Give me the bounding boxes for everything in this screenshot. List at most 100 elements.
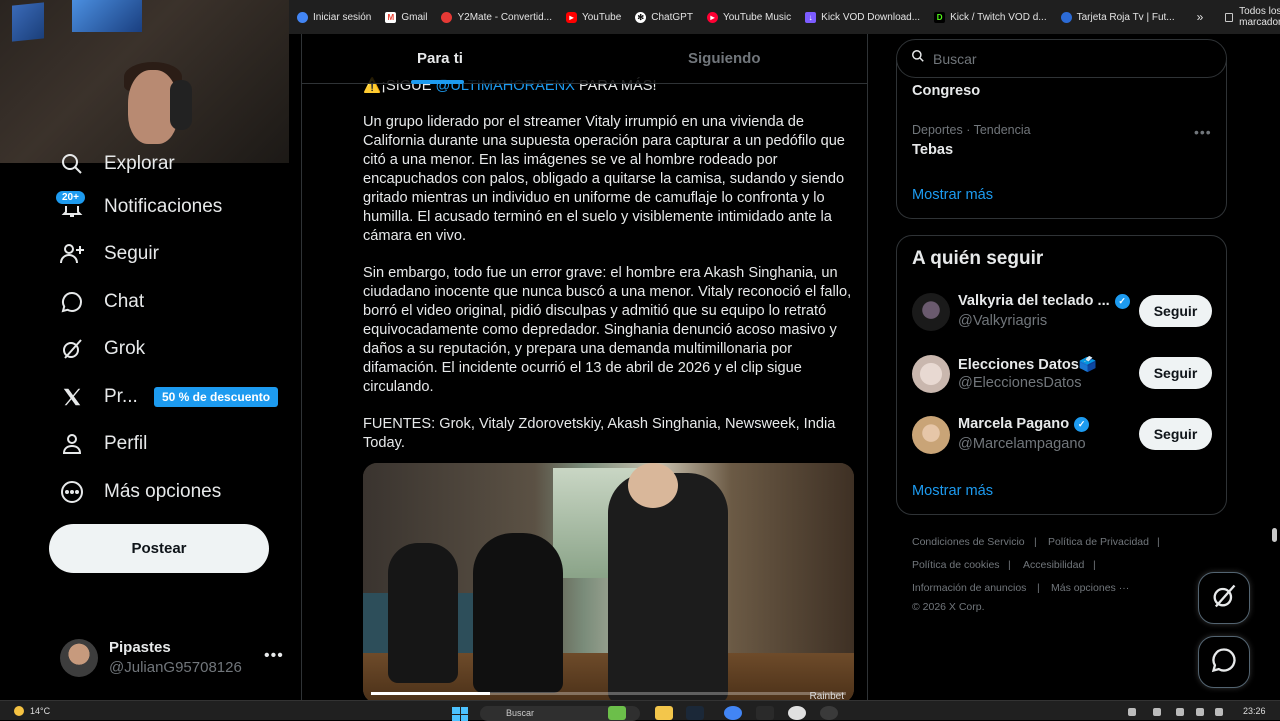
background-monitor [12, 2, 44, 42]
tray-chevron-icon[interactable] [1128, 708, 1136, 716]
footer-ads-link[interactable]: Información de anuncios [912, 582, 1026, 594]
account-name[interactable]: Pipastes [109, 639, 171, 656]
follow-button[interactable]: Seguir [1139, 357, 1212, 389]
steam-icon[interactable] [686, 706, 704, 720]
video-progress-bar[interactable] [371, 692, 846, 695]
trend-name[interactable]: Tebas [912, 142, 953, 158]
suggested-account-handle: @EleccionesDatos [958, 375, 1082, 391]
footer-accessibility-link[interactable]: Accesibilidad [1023, 559, 1084, 571]
network-icon[interactable] [1176, 708, 1184, 716]
chrome-icon[interactable] [724, 706, 742, 720]
google-account-icon [297, 11, 308, 23]
nav-grok[interactable]: Grok [58, 335, 145, 363]
bookmark-item[interactable]: Y2Mate - Convertid... [441, 11, 552, 23]
avatar[interactable] [60, 639, 98, 677]
kick-vod-icon: ↓ [805, 11, 817, 23]
tab-for-you[interactable]: Para ti [417, 50, 463, 67]
nav-explore[interactable]: Explorar [58, 150, 175, 178]
bookmark-item[interactable]: ▸ YouTube [565, 11, 621, 23]
xbox-icon[interactable] [788, 706, 806, 720]
youtube-music-icon: ▸ [706, 11, 718, 23]
volume-icon[interactable] [1196, 708, 1204, 716]
suggested-account-handle: @Valkyriagris [958, 313, 1048, 329]
bookmark-item[interactable]: Iniciar sesión [297, 11, 371, 23]
bookmark-item[interactable]: D Kick / Twitch VOD d... [934, 11, 1047, 23]
scrollbar-thumb[interactable] [1272, 528, 1277, 542]
account-more-button[interactable]: ••• [264, 647, 284, 665]
avatar[interactable] [912, 355, 950, 393]
trend-meta: Deportes · Tendencia [912, 123, 1031, 137]
follow-show-more-link[interactable]: Mostrar más [912, 483, 993, 499]
footer-separator: | [1008, 559, 1011, 571]
windows-taskbar: 14°C Buscar 23:26 [0, 700, 1280, 721]
obs-icon[interactable] [820, 706, 838, 720]
epic-games-icon[interactable] [756, 706, 774, 720]
bookmarks-overflow-button[interactable]: » [1197, 10, 1204, 24]
follow-button[interactable]: Seguir [1139, 418, 1212, 450]
bookmarks-bar: Iniciar sesión M Gmail Y2Mate - Convertid… [289, 0, 1280, 34]
search-icon [911, 49, 925, 68]
all-bookmarks-button[interactable]: Todos los marcadores [1225, 6, 1280, 28]
x-logo-icon [58, 383, 86, 411]
gmail-icon: M [385, 11, 397, 23]
profile-icon [58, 430, 86, 458]
video-person [473, 533, 563, 693]
weather-temperature[interactable]: 14°C [30, 706, 50, 716]
bookmark-item[interactable]: M Gmail [385, 11, 427, 23]
bookmark-item[interactable]: ▸ YouTube Music [706, 11, 791, 23]
who-to-follow-title: A quién seguir [912, 248, 1044, 269]
grok-float-button[interactable] [1198, 572, 1250, 624]
suggested-account-name[interactable]: Marcela Pagano ✓ [958, 416, 1090, 432]
footer-separator: | [1157, 536, 1160, 548]
trend-name[interactable]: Congreso [912, 83, 980, 99]
post-video[interactable]: Rainbet [363, 463, 854, 700]
page-scrollbar[interactable] [1269, 34, 1280, 700]
timeline-column: Para ti Siguiendo ⚠️¡SIGUE @ULTIMAHORAEN… [301, 34, 868, 700]
taskbar-clock[interactable]: 23:26 [1243, 706, 1266, 716]
tab-following[interactable]: Siguiendo [688, 50, 761, 67]
avatar[interactable] [912, 416, 950, 454]
bookmark-item[interactable]: ✻ ChatGPT [635, 11, 693, 23]
battery-icon[interactable] [1215, 708, 1223, 716]
folder-icon [1225, 12, 1234, 22]
video-person [608, 473, 728, 700]
y2mate-icon [441, 11, 453, 23]
account-handle[interactable]: @JulianG95708126 [109, 659, 242, 676]
nav-follow[interactable]: Seguir [58, 240, 159, 268]
search-box[interactable] [896, 39, 1227, 78]
footer-privacy-link[interactable]: Política de Privacidad [1048, 536, 1149, 548]
widget-icon[interactable] [608, 706, 626, 720]
footer-terms-link[interactable]: Condiciones de Servicio [912, 536, 1025, 548]
post-button[interactable]: Postear [49, 524, 269, 573]
footer-more-link[interactable]: Más opciones ··· [1051, 582, 1129, 594]
windows-start-icon[interactable] [452, 707, 468, 721]
add-user-icon [58, 240, 86, 268]
bookmark-item[interactable]: Tarjeta Roja Tv | Fut... [1060, 11, 1175, 23]
chat-float-button[interactable] [1198, 636, 1250, 688]
bookmark-item[interactable]: ↓ Kick VOD Download... [805, 11, 920, 23]
suggested-account-name[interactable]: Elecciones Datos🗳️ [958, 355, 1097, 373]
chatgpt-icon: ✻ [635, 11, 647, 23]
premium-discount-badge: 50 % de descuento [154, 387, 279, 407]
video-person [388, 543, 458, 683]
verified-badge-icon: ✓ [1114, 293, 1130, 309]
follow-button[interactable]: Seguir [1139, 295, 1212, 327]
suggested-account-name[interactable]: Valkyria del teclado ... ✓ [958, 293, 1130, 309]
video-progress-fill [371, 692, 490, 695]
nav-premium[interactable]: Pr... [58, 383, 138, 411]
avatar[interactable] [912, 293, 950, 331]
tray-app-icon[interactable] [1153, 708, 1161, 716]
post-paragraph: Sin embargo, todo fue un error grave: el… [363, 265, 852, 395]
trend-more-button[interactable]: ••• [1194, 124, 1212, 140]
nav-profile[interactable]: Perfil [58, 430, 147, 458]
suggested-account-handle: @Marcelampagano [958, 436, 1086, 452]
nav-more-options[interactable]: Más opciones [58, 478, 221, 506]
video-watermark: Rainbet [809, 691, 844, 700]
search-input[interactable] [933, 50, 1213, 67]
trends-show-more-link[interactable]: Mostrar más [912, 187, 993, 203]
footer-cookies-link[interactable]: Política de cookies [912, 559, 1000, 571]
file-explorer-icon[interactable] [655, 706, 673, 720]
nav-chat[interactable]: Chat [58, 288, 144, 316]
chat-bubble-icon [58, 288, 86, 316]
left-navigation: Explorar Notificaciones 20+ Seguir Chat … [0, 153, 300, 700]
